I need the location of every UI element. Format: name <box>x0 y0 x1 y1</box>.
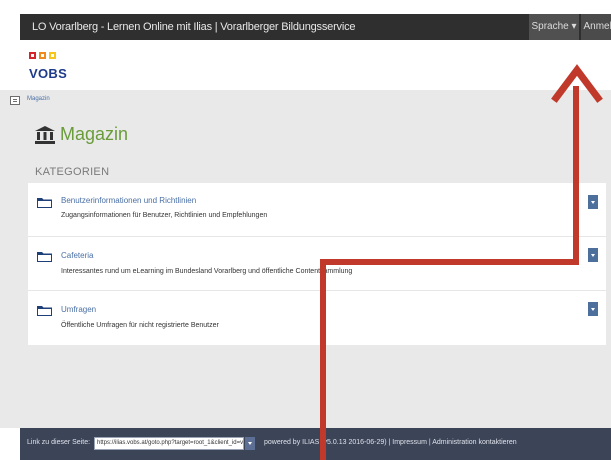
category-description: Öffentliche Umfragen für nicht registrie… <box>61 322 219 329</box>
bank-building-icon <box>35 126 55 144</box>
category-link[interactable]: Cafeteria <box>61 251 93 260</box>
actions-dropdown-button[interactable] <box>588 248 598 262</box>
login-button[interactable]: Anmelden <box>581 14 611 40</box>
logo-square-red <box>29 52 36 59</box>
permalink-label: Link zu dieser Seite: <box>27 439 91 446</box>
top-bar: LO Vorarlberg - Lernen Online mit Ilias … <box>20 14 611 40</box>
logo-square-yellow <box>49 52 56 59</box>
folder-icon <box>37 306 52 316</box>
category-link[interactable]: Umfragen <box>61 305 96 314</box>
language-menu-button[interactable]: Sprache ▾ <box>529 14 579 40</box>
page-title: Magazin <box>60 124 129 144</box>
permalink-dropdown-button[interactable] <box>245 437 255 450</box>
category-link[interactable]: Benutzerinformationen und Richtlinien <box>61 196 196 205</box>
list-item: Cafeteria Interessantes rund um eLearnin… <box>28 237 606 291</box>
logo-header: VOBS <box>20 40 611 90</box>
list-item: Umfragen Öffentliche Umfragen für nicht … <box>28 291 606 345</box>
logo-squares-icon[interactable] <box>29 52 56 60</box>
list-icon <box>10 96 20 105</box>
actions-dropdown-button[interactable] <box>588 302 598 316</box>
section-label: KATEGORIEN <box>35 166 110 178</box>
footer-bar: Link zu dieser Seite: https://ilias.vobs… <box>20 428 611 460</box>
breadcrumb-item[interactable]: Magazin <box>27 96 50 102</box>
list-item: Benutzerinformationen und Richtlinien Zu… <box>28 183 606 237</box>
logo-text[interactable]: VOBS <box>29 66 67 81</box>
folder-icon <box>37 252 52 262</box>
category-description: Zugangsinformationen für Benutzer, Richt… <box>61 212 268 219</box>
footer-links[interactable]: powered by ILIAS (v5.0.13 2016-06-29) | … <box>264 439 517 446</box>
site-title[interactable]: LO Vorarlberg - Lernen Online mit Ilias … <box>32 21 355 33</box>
category-list: Benutzerinformationen und Richtlinien Zu… <box>28 183 606 345</box>
permalink-field[interactable]: https://ilias.vobs.at/goto.php?target=ro… <box>94 437 244 450</box>
logo-square-orange <box>39 52 46 59</box>
actions-dropdown-button[interactable] <box>588 195 598 209</box>
folder-icon <box>37 198 52 208</box>
category-description: Interessantes rund um eLearning im Bunde… <box>61 268 353 275</box>
